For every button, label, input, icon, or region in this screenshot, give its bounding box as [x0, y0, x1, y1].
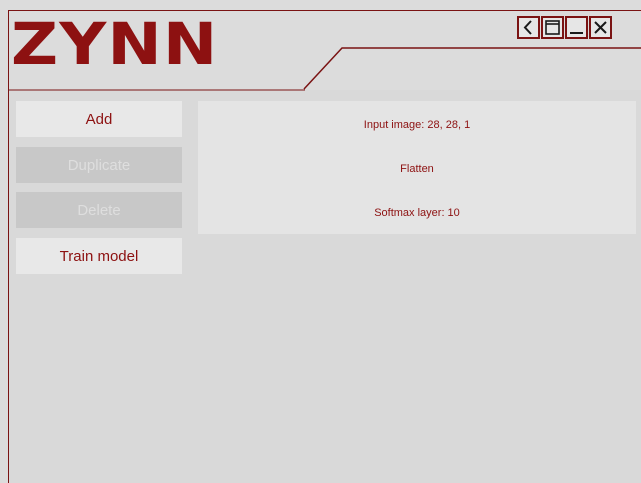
layer-list: Input image: 28, 28, 1 Flatten Softmax l… [198, 101, 636, 234]
layer-item-input[interactable]: Input image: 28, 28, 1 [198, 119, 636, 131]
layer-item-flatten[interactable]: Flatten [198, 163, 636, 175]
chevron-left-icon [523, 20, 532, 35]
duplicate-button[interactable]: Duplicate [16, 147, 182, 183]
close-button[interactable] [589, 16, 612, 39]
minimize-button[interactable] [565, 16, 588, 39]
train-model-button[interactable]: Train model [16, 238, 182, 274]
delete-button[interactable]: Delete [16, 192, 182, 228]
add-button[interactable]: Add [16, 101, 182, 137]
app-logo: ZYNN [11, 10, 219, 78]
back-button[interactable] [517, 16, 540, 39]
maximize-button[interactable] [541, 16, 564, 39]
minimize-icon [570, 32, 583, 34]
layer-item-softmax[interactable]: Softmax layer: 10 [198, 207, 636, 219]
close-icon [594, 21, 607, 34]
window-icon [545, 20, 560, 35]
